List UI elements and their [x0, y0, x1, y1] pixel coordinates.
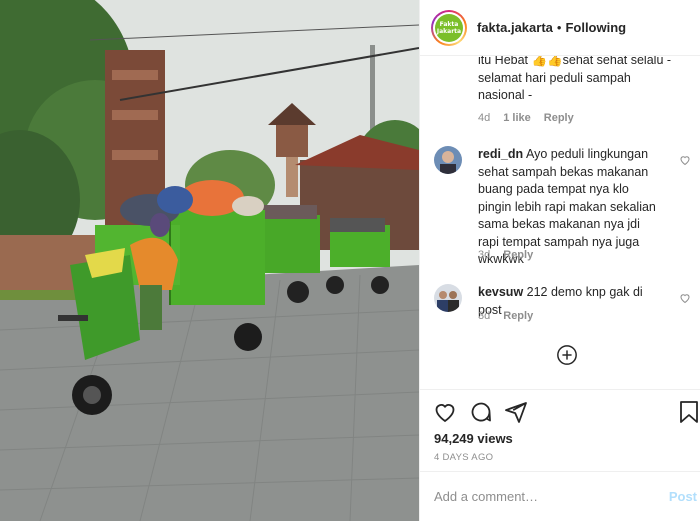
- post-date[interactable]: 4 DAYS AGO: [434, 452, 493, 463]
- comment-text-line: selamat hari peduli sampah: [478, 70, 631, 85]
- header-username[interactable]: fakta.jakarta: [477, 20, 553, 35]
- reply-button[interactable]: Reply: [503, 310, 533, 322]
- post-header: Fakta Jakarta fakta.jakarta • Following: [420, 0, 700, 56]
- instagram-post: Fakta Jakarta fakta.jakarta • Following …: [0, 0, 700, 521]
- post-video[interactable]: [0, 0, 419, 521]
- add-comment-bar: Post: [420, 471, 700, 521]
- bookmark-icon[interactable]: [677, 400, 700, 424]
- commenter-avatar[interactable]: [434, 146, 462, 174]
- profile-avatar[interactable]: Fakta Jakarta: [431, 9, 467, 46]
- comment-time[interactable]: 3d: [478, 310, 490, 322]
- view-count[interactable]: 94,249 views: [434, 431, 513, 446]
- post-button[interactable]: Post: [669, 489, 697, 504]
- avatar-logo-line1: Fakta: [439, 20, 459, 28]
- comments-list: itu Hebat 👍👍sehat sehat selalu - selamat…: [420, 56, 700, 388]
- post-side-panel: Fakta Jakarta fakta.jakarta • Following …: [419, 0, 700, 521]
- plus-circle-icon[interactable]: [556, 344, 578, 366]
- comment-username[interactable]: kevsuw: [478, 285, 523, 299]
- comment-text-line: nasional -: [478, 88, 533, 102]
- avatar-logo: Fakta Jakarta: [435, 13, 463, 42]
- post-actions: 94,249 views 4 DAYS AGO: [420, 389, 700, 471]
- comment-time[interactable]: 4d: [478, 112, 490, 124]
- heart-icon[interactable]: [433, 400, 457, 424]
- reply-button[interactable]: Reply: [503, 249, 533, 261]
- avatar-logo-line2: Jakarta: [436, 27, 462, 35]
- commenter-avatar-image: [434, 146, 462, 174]
- video-frame: [0, 0, 419, 521]
- comment-input[interactable]: [434, 489, 654, 504]
- comment-meta: 3d Reply: [478, 310, 546, 322]
- comment-text-line: itu Hebat 👍👍sehat sehat selalu -: [478, 56, 672, 67]
- comment-username[interactable]: redi_dn: [478, 147, 523, 161]
- share-icon[interactable]: [504, 400, 528, 424]
- comment-meta: 4d 1 like Reply: [478, 112, 587, 124]
- comment-meta: 3d Reply: [478, 249, 546, 261]
- comment-likes[interactable]: 1 like: [503, 112, 531, 124]
- header-separator: •: [556, 20, 562, 35]
- header-text: fakta.jakarta • Following: [477, 20, 626, 35]
- heart-icon[interactable]: [679, 154, 691, 166]
- comment-text: itu Hebat 👍👍sehat sehat selalu - selamat…: [478, 56, 678, 105]
- heart-icon[interactable]: [679, 292, 691, 304]
- following-button[interactable]: Following: [565, 20, 626, 35]
- commenter-avatar[interactable]: [434, 284, 462, 312]
- comment-icon[interactable]: [469, 400, 493, 424]
- reply-button[interactable]: Reply: [544, 112, 574, 124]
- commenter-avatar-image: [434, 284, 462, 312]
- avatar-border: Fakta Jakarta: [433, 11, 465, 44]
- comment-time[interactable]: 3d: [478, 249, 490, 261]
